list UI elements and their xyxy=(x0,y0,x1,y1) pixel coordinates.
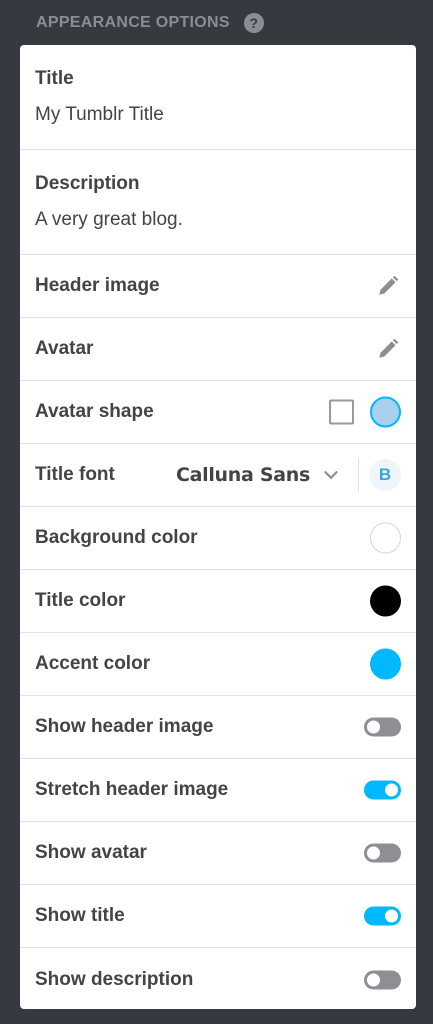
show-header-image-row[interactable]: Show header image xyxy=(20,696,416,759)
accent-color-label: Accent color xyxy=(35,653,151,674)
show-description-toggle[interactable] xyxy=(364,970,401,989)
divider xyxy=(358,458,359,492)
stretch-header-image-toggle[interactable] xyxy=(364,780,401,800)
toggle-label: Show header image xyxy=(35,716,214,737)
title-color-swatch[interactable] xyxy=(370,585,401,617)
title-label: Title xyxy=(35,68,74,89)
title-font-row: Title font Calluna Sans B xyxy=(20,444,416,507)
avatar-shape-label: Avatar shape xyxy=(35,401,154,422)
title-field[interactable]: Title My Tumblr Title xyxy=(20,45,416,150)
title-value[interactable]: My Tumblr Title xyxy=(35,104,164,126)
font-select[interactable]: Calluna Sans xyxy=(176,464,310,486)
appearance-panel: Title My Tumblr Title Description A very… xyxy=(20,45,416,1009)
show-title-toggle[interactable] xyxy=(364,906,401,926)
avatar-label: Avatar xyxy=(35,338,94,359)
circle-shape-option[interactable] xyxy=(370,396,401,428)
toggle-label: Show avatar xyxy=(35,842,147,863)
stretch-header-image-row[interactable]: Stretch header image xyxy=(20,759,416,822)
pencil-icon[interactable] xyxy=(375,273,401,299)
toggle-label: Show description xyxy=(35,968,194,990)
show-title-row[interactable]: Show title xyxy=(20,885,416,948)
show-avatar-toggle[interactable] xyxy=(364,843,401,863)
section-header: APPEARANCE OPTIONS ? xyxy=(0,0,433,45)
title-color-label: Title color xyxy=(35,590,126,611)
square-shape-option[interactable] xyxy=(329,399,354,425)
help-icon[interactable]: ? xyxy=(243,12,264,33)
description-label: Description xyxy=(35,173,140,194)
accent-color-swatch[interactable] xyxy=(370,648,401,680)
title-font-label: Title font xyxy=(35,464,115,485)
header-image-row[interactable]: Header image xyxy=(20,255,416,318)
background-color-swatch[interactable] xyxy=(370,522,401,554)
show-avatar-row[interactable]: Show avatar xyxy=(20,822,416,885)
show-description-row[interactable]: Show description xyxy=(20,948,416,1009)
description-field[interactable]: Description A very great blog. xyxy=(20,150,416,255)
avatar-row[interactable]: Avatar xyxy=(20,318,416,381)
bold-toggle-button[interactable]: B xyxy=(369,459,401,491)
background-color-label: Background color xyxy=(35,527,198,548)
description-value[interactable]: A very great blog. xyxy=(35,209,183,231)
pencil-icon[interactable] xyxy=(375,336,401,362)
toggle-label: Stretch header image xyxy=(35,779,229,800)
toggle-label: Show title xyxy=(35,905,125,926)
title-color-row[interactable]: Title color xyxy=(20,570,416,633)
background-color-row[interactable]: Background color xyxy=(20,507,416,570)
show-header-image-toggle[interactable] xyxy=(364,717,401,737)
section-title: APPEARANCE OPTIONS xyxy=(36,13,230,31)
accent-color-row[interactable]: Accent color xyxy=(20,633,416,696)
chevron-down-icon[interactable] xyxy=(320,464,342,486)
header-image-label: Header image xyxy=(35,275,160,296)
avatar-shape-row: Avatar shape xyxy=(20,381,416,444)
